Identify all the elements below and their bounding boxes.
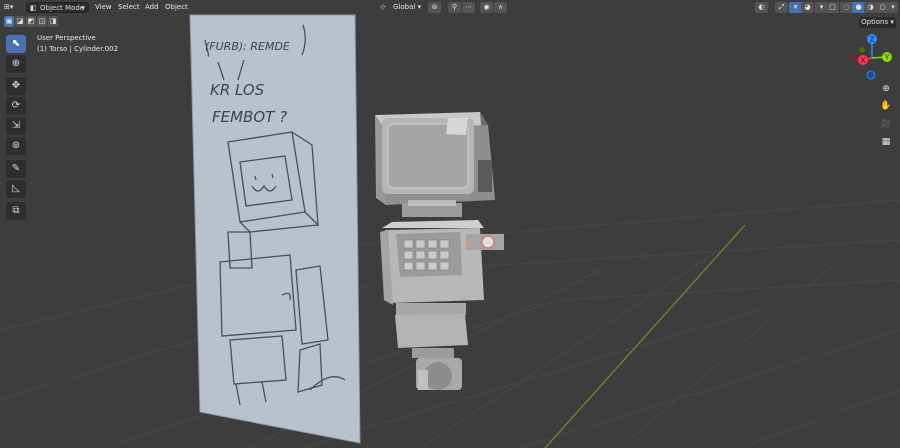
overlay-toggle-icon[interactable]: ◕ [801, 2, 814, 13]
snap-icon[interactable]: ⚲ [448, 2, 461, 13]
select-subtract-icon[interactable]: ◩ [26, 16, 36, 27]
sketch-text-line1: (FURB): REMDE [205, 40, 290, 53]
move-icon[interactable]: ✥ [6, 77, 26, 95]
select-extend-icon[interactable]: ◪ [15, 16, 25, 27]
snap-target-icon[interactable]: ⋯ [462, 2, 475, 13]
select-new-icon[interactable]: ▣ [4, 16, 14, 27]
select-intersect-icon[interactable]: ◨ [48, 16, 58, 27]
mode-dropdown[interactable]: ◧ Object Mode ▾ [26, 2, 89, 13]
viewport-scene[interactable]: (FURB): REMDE KR LOS FEMBOT ? [0, 0, 900, 448]
gizmo-x-label: X [861, 57, 866, 65]
pivot-point-icon[interactable]: ⊚ [428, 2, 441, 13]
menu-object[interactable]: Object [165, 2, 188, 13]
3d-viewport[interactable]: (FURB): REMDE KR LOS FEMBOT ? ⊞▾ ◧ Objec… [0, 0, 900, 448]
xray-icon[interactable]: ▢ [826, 2, 839, 13]
orientation-icon: ⊹ [380, 3, 386, 11]
shading-dropdown-icon[interactable]: ▾ [888, 2, 898, 13]
cursor-icon[interactable]: ⊕ [6, 55, 26, 73]
hand-pan-icon[interactable]: ✋ [878, 98, 894, 114]
sketch-text-line3: FEMBOT ? [212, 108, 287, 126]
falloff-icon[interactable]: ∧ [494, 2, 507, 13]
rotate-icon[interactable]: ⟳ [6, 97, 26, 115]
orientation-label: Global [393, 3, 416, 11]
orientation-dropdown[interactable]: Global ▾ [393, 2, 421, 13]
gizmo-y-label: Y [884, 54, 890, 62]
gizmo-toggle-icon[interactable]: ⤢ [775, 2, 788, 13]
sketch-text-line2: KR LOS [210, 81, 265, 99]
transform-icon[interactable]: ⊛ [6, 137, 26, 155]
zoom-icon[interactable]: ⊕ [878, 81, 894, 97]
editor-type-icon[interactable]: ⊞▾ [4, 2, 13, 13]
robot-model[interactable] [375, 112, 504, 390]
menu-view[interactable]: View [95, 2, 112, 13]
scale-icon[interactable]: ⇲ [6, 117, 26, 135]
viewport-header: ⊞▾ ◧ Object Mode ▾ View Select Add Objec… [0, 0, 900, 15]
proportional-edit-icon[interactable]: ◉ [480, 2, 493, 13]
add-cube-icon[interactable]: ⧉ [6, 202, 26, 220]
mode-label: Object Mode [40, 4, 85, 12]
view-name: User Perspective [37, 34, 96, 42]
gizmo-z-label: Z [870, 36, 875, 44]
y-axis-line [544, 224, 746, 448]
grid-view-icon[interactable]: ▦ [878, 134, 894, 150]
menu-select[interactable]: Select [118, 2, 140, 13]
visibility-icon[interactable]: ◐ [755, 2, 768, 13]
navigation-gizmo[interactable]: Z Y X [845, 32, 900, 84]
camera-icon[interactable]: 🎥 [878, 116, 894, 132]
select-invert-icon[interactable]: ◫ [37, 16, 47, 27]
measure-icon[interactable]: ◺ [6, 180, 26, 198]
options-label: Options [861, 18, 889, 26]
object-mode-icon: ◧ [30, 4, 37, 12]
chevron-down-icon: ▾ [81, 4, 85, 12]
select-box-icon[interactable]: ⬉ [6, 35, 26, 53]
object-info: (1) Torso | Cylinder.002 [37, 45, 119, 53]
annotate-icon[interactable]: ✎ [6, 160, 26, 178]
options-dropdown[interactable]: Options ▾ [859, 17, 896, 28]
menu-add[interactable]: Add [145, 2, 159, 13]
